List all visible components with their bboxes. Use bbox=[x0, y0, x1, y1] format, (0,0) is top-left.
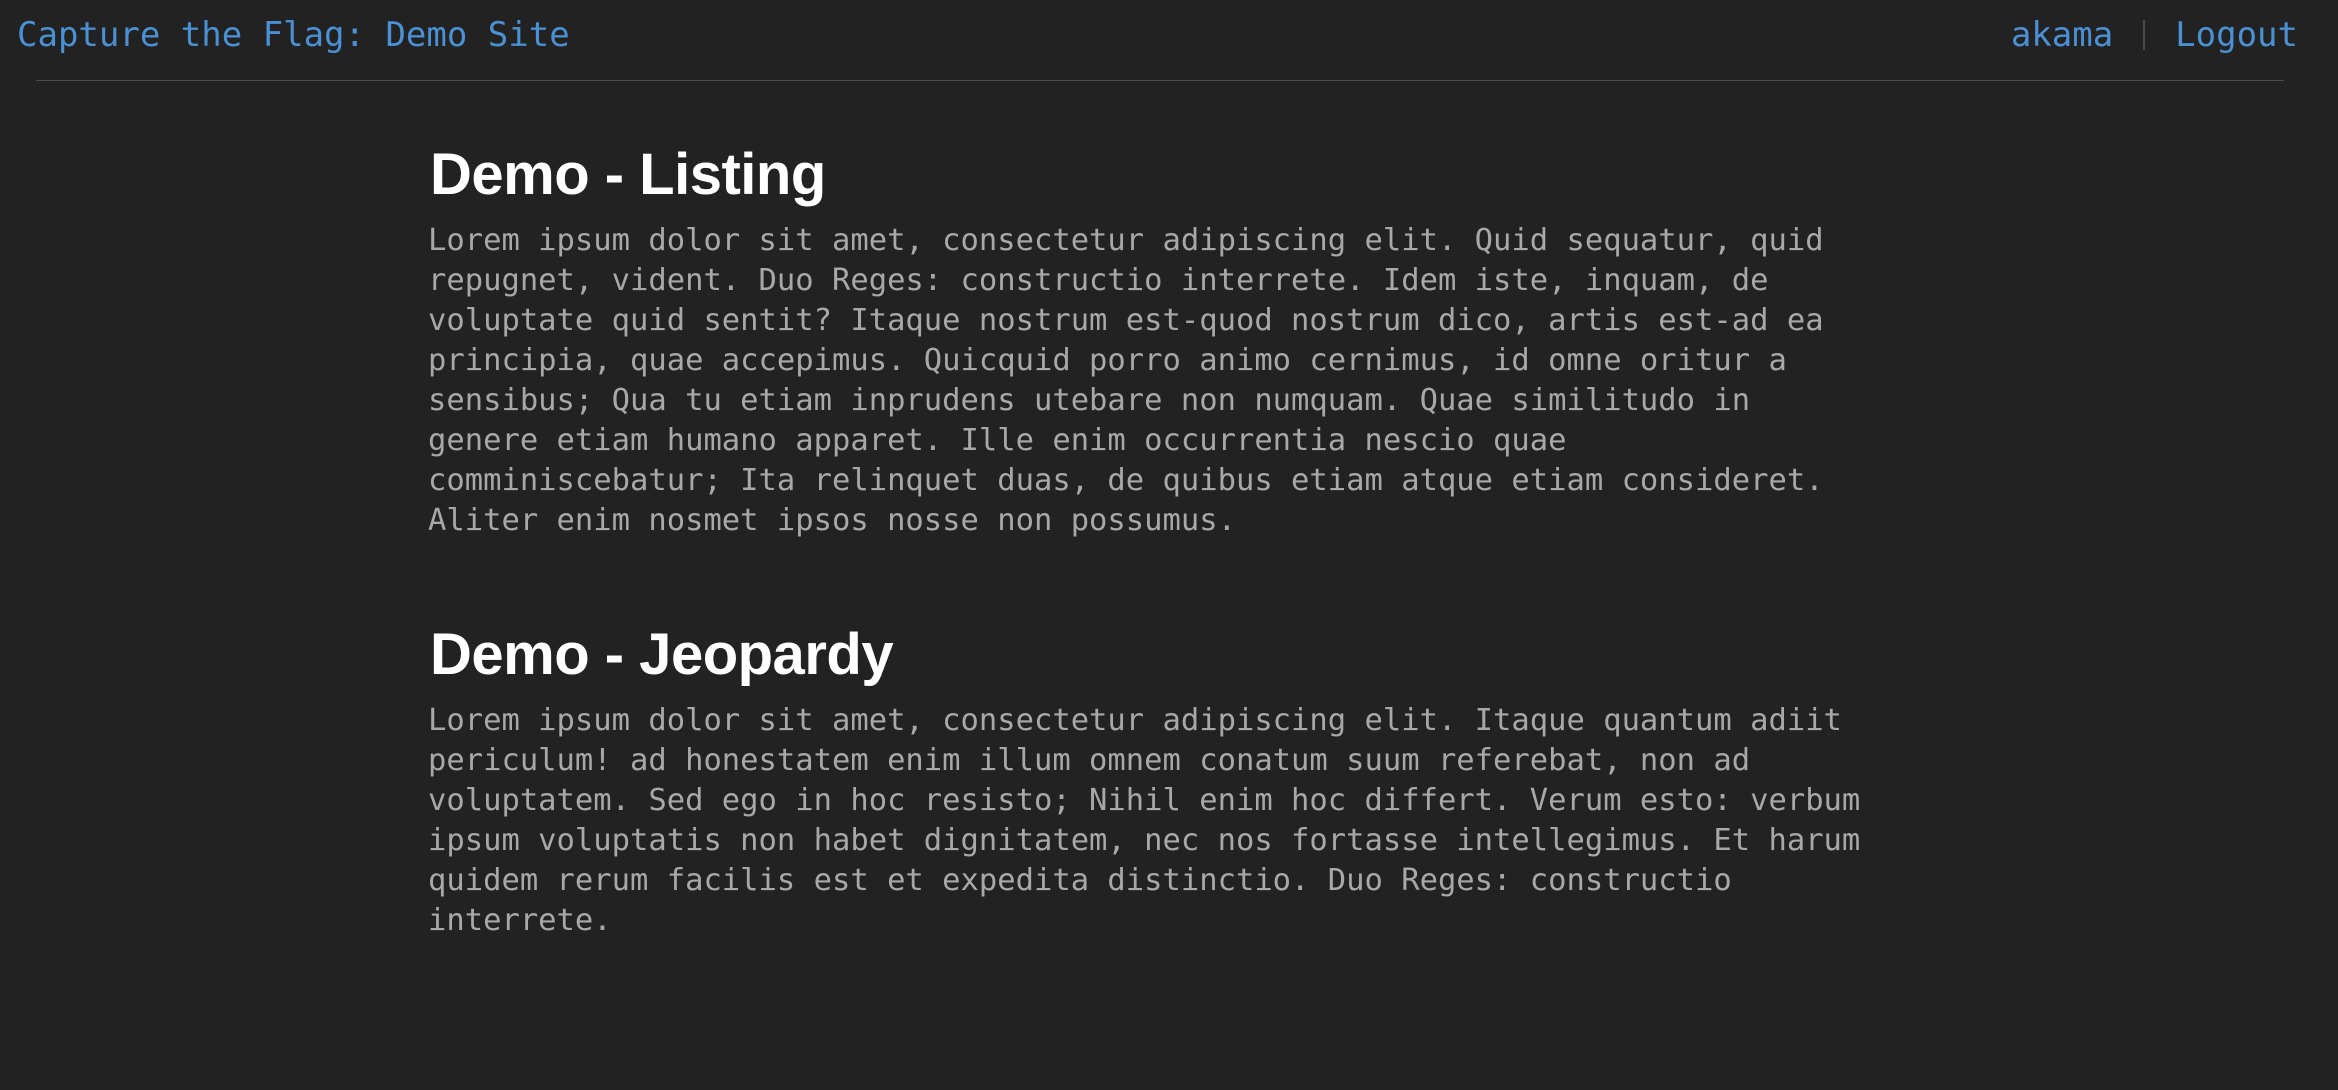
section-listing: Demo - Listing Lorem ipsum dolor sit ame… bbox=[428, 130, 1908, 541]
section-description: Lorem ipsum dolor sit amet, consectetur … bbox=[428, 703, 1861, 938]
section-jeopardy: Demo - Jeopardy Lorem ipsum dolor sit am… bbox=[428, 610, 1908, 941]
section-title[interactable]: Demo - Jeopardy bbox=[430, 610, 1908, 700]
username-link[interactable]: akama bbox=[2011, 10, 2113, 60]
logout-link[interactable]: Logout bbox=[2175, 10, 2298, 60]
section-title[interactable]: Demo - Listing bbox=[430, 130, 1908, 220]
main-content: Demo - Listing Lorem ipsum dolor sit ame… bbox=[428, 130, 1908, 1010]
user-nav: akama Logout bbox=[2011, 10, 2298, 60]
section-description: Lorem ipsum dolor sit amet, consectetur … bbox=[428, 223, 1824, 538]
header-divider bbox=[36, 80, 2284, 81]
nav-divider bbox=[2143, 20, 2146, 50]
site-title-link[interactable]: Capture the Flag: Demo Site bbox=[17, 10, 570, 60]
